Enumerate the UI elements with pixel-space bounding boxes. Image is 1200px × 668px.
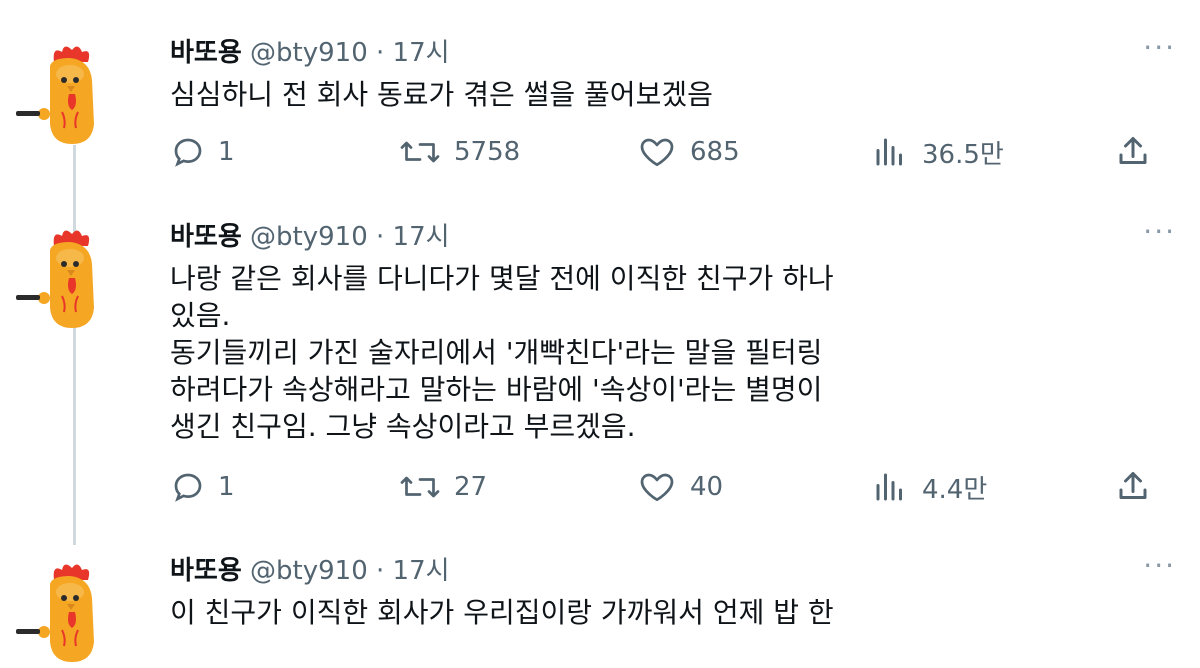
avatar[interactable]	[12, 558, 122, 668]
avatar[interactable]	[12, 40, 122, 150]
tweet-text: 이 친구가 이직한 회사가 우리집이랑 가까워서 언제 밥 한	[170, 594, 1176, 631]
tweet-text: 심심하니 전 회사 동료가 겪은 썰을 풀어보겠음	[170, 76, 1176, 113]
timestamp[interactable]: 17시	[393, 222, 450, 252]
avatar[interactable]	[12, 224, 122, 334]
timestamp[interactable]: 17시	[393, 38, 450, 68]
more-options-icon[interactable]: ···	[1143, 552, 1176, 580]
tweet-text-line: 있음.	[170, 299, 231, 332]
views-icon	[876, 138, 902, 166]
separator-dot: ·	[376, 556, 385, 586]
share-icon	[1119, 137, 1147, 164]
like-button[interactable]: 40	[636, 467, 723, 507]
user-handle[interactable]: @bty910	[250, 556, 368, 586]
retweet-count: 27	[454, 472, 488, 502]
share-button[interactable]	[1115, 467, 1151, 507]
share-button[interactable]	[1115, 132, 1151, 172]
views-count: 4.4만	[922, 474, 988, 505]
heart-icon	[640, 473, 674, 502]
share-icon	[1119, 472, 1147, 499]
reply-icon	[174, 473, 202, 502]
tweet-text-line: 동기들끼리 가진 술자리에서 '개빡친다'라는 말을 필터링	[170, 336, 823, 369]
like-button[interactable]: 685	[636, 132, 740, 172]
views-button[interactable]: 36.5만	[870, 132, 1004, 172]
retweet-icon	[400, 476, 440, 498]
retweet-button[interactable]: 5758	[398, 132, 520, 172]
tweet-text-line: 심심하니 전 회사 동료가 겪은 썰을 풀어보겠음	[170, 78, 713, 111]
like-count: 40	[690, 472, 724, 502]
tweet[interactable]: 바또용 @bty910 · 17시 ··· 심심하니 전 회사 동료가 겪은 썰…	[0, 34, 1200, 206]
display-name[interactable]: 바또용	[170, 222, 242, 252]
user-handle[interactable]: @bty910	[250, 222, 368, 252]
separator-dot: ·	[376, 222, 385, 252]
display-name[interactable]: 바또용	[170, 38, 242, 68]
timestamp[interactable]: 17시	[393, 556, 450, 586]
tweet[interactable]: 바또용 @bty910 · 17시 ··· 이 친구가 이직한 회사가 우리집이…	[0, 552, 1200, 663]
reply-count: 1	[218, 137, 235, 167]
retweet-count: 5758	[454, 137, 521, 167]
heart-icon	[640, 138, 674, 167]
tweet-text-line: 생긴 친구임. 그냥 속상이라고 부르겠음.	[170, 410, 636, 443]
like-count: 685	[690, 137, 740, 167]
views-icon	[876, 473, 902, 501]
reply-button[interactable]: 1	[170, 132, 235, 172]
display-name[interactable]: 바또용	[170, 556, 242, 586]
tweet-text-line: 하려다가 속상해라고 말하는 바람에 '속상이'라는 별명이	[170, 373, 823, 406]
user-handle[interactable]: @bty910	[250, 38, 368, 68]
tweet-text-line: 나랑 같은 회사를 다니다가 몇달 전에 이직한 친구가 하나	[170, 262, 834, 295]
reply-count: 1	[218, 472, 235, 502]
tweet[interactable]: 바또용 @bty910 · 17시 ··· 나랑 같은 회사를 다니다가 몇달 …	[0, 218, 1200, 520]
separator-dot: ·	[376, 38, 385, 68]
reply-icon	[174, 138, 202, 167]
reply-button[interactable]: 1	[170, 467, 235, 507]
views-button[interactable]: 4.4만	[870, 467, 987, 507]
tweet-text-line: 이 친구가 이직한 회사가 우리집이랑 가까워서 언제 밥 한	[170, 596, 834, 629]
more-options-icon[interactable]: ···	[1143, 218, 1176, 246]
retweet-icon	[400, 141, 440, 163]
tweet-text: 나랑 같은 회사를 다니다가 몇달 전에 이직한 친구가 하나 있음. 동기들끼…	[170, 260, 1176, 445]
action-bar: 1 27 40 4.4만	[170, 467, 1176, 507]
more-options-icon[interactable]: ···	[1143, 34, 1176, 62]
action-bar: 1 5758 685 36.5만	[170, 132, 1176, 172]
retweet-button[interactable]: 27	[398, 467, 487, 507]
views-count: 36.5만	[922, 139, 1004, 170]
